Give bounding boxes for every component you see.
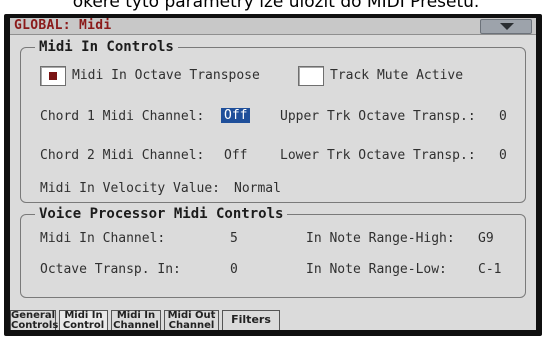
octave-transp-in-label: Octave Transp. In:: [40, 262, 181, 277]
tab-midi-in-control[interactable]: Midi In Control: [59, 310, 108, 331]
midi-in-controls-title: Midi In Controls: [35, 39, 178, 55]
midi-in-velocity-label: Midi In Velocity Value:: [40, 181, 221, 196]
track-mute-active-label: Track Mute Active: [330, 68, 464, 83]
tab-filters[interactable]: Filters: [222, 310, 280, 330]
lower-trk-octave-value[interactable]: 0: [499, 148, 507, 163]
octave-transp-in-value[interactable]: 0: [230, 262, 238, 277]
midi-in-channel-label: Midi In Channel:: [40, 231, 166, 246]
chord2-midi-channel-label: Chord 2 Midi Channel:: [40, 148, 205, 163]
tab-label: Filters: [231, 313, 271, 326]
tab-label-line2: Channel: [168, 320, 215, 331]
chord1-midi-channel-value[interactable]: Off: [221, 108, 251, 123]
lcd-screen: GLOBAL: Midi Midi In Controls Midi In Oc…: [10, 18, 536, 331]
tab-bar: General Controls Midi In Control Midi In…: [10, 310, 536, 331]
chord1-midi-channel-label: Chord 1 Midi Channel:: [40, 109, 205, 124]
tab-label-line2: Control: [62, 320, 105, 331]
voice-processor-panel: Voice Processor Midi Controls: [20, 206, 526, 298]
tab-general-controls[interactable]: General Controls: [10, 310, 59, 331]
lower-trk-octave-label: Lower Trk Octave Transp.:: [280, 148, 476, 163]
upper-trk-octave-value[interactable]: 0: [499, 109, 507, 124]
midi-in-channel-value[interactable]: 5: [230, 231, 238, 246]
octave-transpose-checkbox[interactable]: [40, 66, 66, 86]
note-range-low-value[interactable]: C-1: [478, 262, 501, 277]
tab-midi-in-channel[interactable]: Midi In Channel: [111, 310, 161, 331]
chord2-midi-channel-value[interactable]: Off: [224, 148, 247, 163]
title-bar: GLOBAL: Midi: [10, 18, 536, 35]
octave-transpose-label: Midi In Octave Transpose: [72, 68, 260, 83]
upper-trk-octave-label: Upper Trk Octave Transp.:: [280, 109, 476, 124]
tab-label-line2: Controls: [11, 320, 59, 331]
checkbox-checked-mark: [49, 72, 57, 80]
page-title: GLOBAL: Midi: [14, 18, 112, 33]
tab-midi-out-channel[interactable]: Midi Out Channel: [164, 310, 219, 331]
voice-processor-title: Voice Processor Midi Controls: [35, 206, 288, 222]
page-menu-button[interactable]: [480, 19, 532, 34]
tab-label-line2: Channel: [113, 320, 159, 331]
track-mute-active-checkbox[interactable]: [298, 66, 324, 86]
triangle-down-icon: [500, 23, 514, 30]
note-range-low-label: In Note Range-Low:: [306, 262, 447, 277]
note-range-high-label: In Note Range-High:: [306, 231, 455, 246]
midi-in-velocity-value[interactable]: Normal: [234, 181, 281, 196]
note-range-high-value[interactable]: G9: [478, 231, 494, 246]
